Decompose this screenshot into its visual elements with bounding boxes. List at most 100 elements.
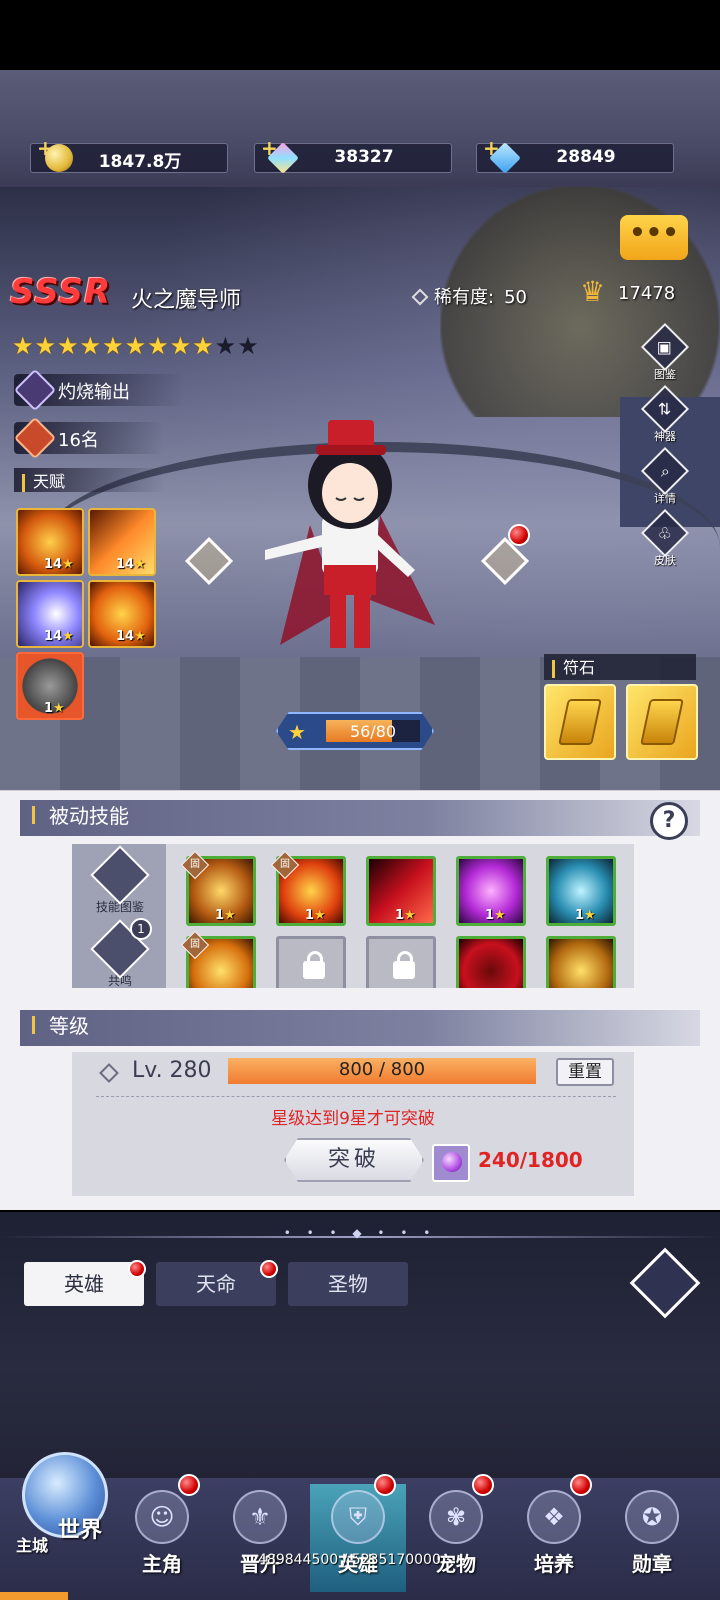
- level-header: 等级: [20, 1010, 700, 1046]
- role-text: 灼烧输出: [58, 382, 130, 403]
- star-filled-icon: ★: [169, 332, 192, 360]
- talent-phoenix[interactable]: 14★: [88, 580, 156, 648]
- nav-label: 培养: [534, 1552, 574, 1576]
- chat-bubble-button[interactable]: •••: [620, 215, 688, 260]
- crown-icon: ♛: [580, 275, 606, 308]
- passive-skill-2[interactable]: 固 1★: [270, 850, 346, 926]
- locked-skill-slot[interactable]: [276, 936, 346, 988]
- tab-hero[interactable]: 英雄: [24, 1262, 144, 1306]
- codex-button[interactable]: ▣ 图鉴: [640, 322, 690, 386]
- passive-skill-1[interactable]: 固 1★: [180, 850, 256, 926]
- talent-arcane[interactable]: 14★: [16, 580, 84, 648]
- nav-item-3[interactable]: ✾ 宠物: [408, 1484, 504, 1592]
- level-box: Lv. 280 800 / 800 重置 星级达到9星才可突破 突破 240/1…: [72, 1052, 634, 1196]
- artifact-button[interactable]: ⇅ 神器: [640, 384, 690, 448]
- nav-item-0[interactable]: ☺ 主角: [114, 1484, 210, 1592]
- nav-icon: ✾: [429, 1490, 483, 1544]
- star-progress-text: 56/80: [349, 722, 397, 741]
- runestone-icon: [640, 699, 684, 745]
- rank-tag: 16名: [13, 416, 164, 460]
- world-label: 世界: [58, 1518, 103, 1543]
- fire-icon: [13, 416, 57, 460]
- passive-skill-7[interactable]: [456, 936, 526, 988]
- breakthrough-hint: 星级达到9星才可突破: [271, 1109, 435, 1129]
- talent-helmet[interactable]: 1★: [16, 652, 84, 720]
- star-filled-icon: ★: [34, 332, 57, 360]
- rank-text: 16名: [58, 430, 99, 451]
- upgrade-star-icon: ★: [288, 720, 306, 744]
- star-filled-icon: ★: [102, 332, 124, 360]
- star-empty-icon: ★: [237, 332, 259, 360]
- memory-debug-text: 489844500 / 5235170000: [258, 1552, 441, 1568]
- passive-skill-list[interactable]: 技能图鉴 共鸣 1 固 1★ 固 1★ 1★ 1★ 1★ 固: [72, 844, 634, 988]
- locked-skill-slot[interactable]: [366, 936, 436, 988]
- talent-meteor[interactable]: 14★: [88, 508, 156, 576]
- runestone-header: 符石: [544, 654, 696, 680]
- runestone-slot-1[interactable]: [544, 684, 616, 760]
- rarity-value: 50: [504, 287, 527, 308]
- diamond-currency[interactable]: + 28849: [476, 136, 674, 174]
- role-icon: [13, 368, 57, 412]
- nav-item-2[interactable]: ⛨ 英雄: [310, 1484, 406, 1592]
- talent-level: 1★: [44, 701, 65, 716]
- passive-skill-4[interactable]: 1★: [456, 856, 526, 926]
- diamond-amount: 28849: [556, 147, 616, 167]
- breakthrough-cost: 240/1800: [478, 1148, 583, 1172]
- gold-currency[interactable]: + 1847.8万: [30, 136, 228, 173]
- level-exp-text: 800 / 800: [338, 1059, 426, 1080]
- star-filled-icon: ★: [124, 332, 147, 360]
- fixed-tag: 固: [180, 930, 210, 960]
- star-filled-icon: ★: [79, 332, 102, 360]
- divider: [96, 1096, 616, 1097]
- book-icon: [90, 845, 150, 905]
- talent-level: 14★: [44, 629, 74, 644]
- tab-fate[interactable]: 天命: [156, 1262, 276, 1306]
- talent-fireball[interactable]: 14★: [16, 508, 84, 576]
- world-button[interactable]: 世界 主城: [8, 1444, 116, 1564]
- role-tag: 灼烧输出: [13, 368, 184, 412]
- reset-button[interactable]: 重置: [556, 1058, 614, 1086]
- talent-level: 14★: [44, 557, 74, 572]
- diamond-outline-icon: [411, 288, 429, 306]
- resonance-badge: 1: [130, 918, 152, 940]
- fixed-tag: 固: [180, 850, 210, 880]
- passive-skill-5[interactable]: 1★: [546, 856, 616, 926]
- breakthrough-button[interactable]: 突破: [284, 1138, 424, 1182]
- crystal-currency[interactable]: + 38327: [254, 136, 452, 174]
- nav-icon: ⚜: [233, 1490, 287, 1544]
- level-text: Lv. 280: [132, 1058, 212, 1083]
- runestone-slot-2[interactable]: [626, 684, 698, 760]
- hero-name: 火之魔导师: [131, 288, 242, 313]
- star-progress-bar[interactable]: ★ 56/80: [276, 706, 434, 756]
- talent-level: 14★: [116, 557, 146, 572]
- main-city-label: 主城: [16, 1536, 49, 1555]
- notification-dot: [374, 1474, 396, 1496]
- star-empty-icon: ★: [214, 332, 237, 360]
- passive-title: 被动技能: [49, 804, 129, 828]
- nav-item-1[interactable]: ⚜ 晋升: [212, 1484, 308, 1592]
- loading-strip: [0, 1592, 68, 1600]
- notification-dot: [178, 1474, 200, 1496]
- passive-skill-8[interactable]: [546, 936, 616, 988]
- nav-icon: ⛨: [331, 1490, 385, 1544]
- nav-label: 主角: [142, 1552, 182, 1576]
- tab-relic[interactable]: 圣物: [288, 1262, 408, 1306]
- passive-skill-6[interactable]: 固: [180, 930, 256, 988]
- notification-dot: [570, 1474, 592, 1496]
- hero-character[interactable]: [250, 395, 450, 680]
- details-button[interactable]: ⌕ 详情: [640, 446, 690, 510]
- nav-item-5[interactable]: ✪ 勋章: [604, 1484, 700, 1592]
- talent-level: 14★: [116, 629, 146, 644]
- star-rating: ★ ★ ★ ★ ★ ★ ★ ★ ★ ★ ★: [12, 333, 259, 359]
- passive-skill-3[interactable]: 1★: [366, 856, 436, 926]
- level-title: 等级: [49, 1014, 89, 1038]
- magnifier-icon: ⌕: [640, 446, 690, 496]
- nav-item-4[interactable]: ❖ 培养: [506, 1484, 602, 1592]
- skin-button[interactable]: ♧ 皮肤: [640, 508, 690, 572]
- diamond-outline-icon: [99, 1063, 119, 1083]
- help-button[interactable]: ?: [650, 802, 688, 840]
- talent-title: 天赋: [33, 472, 66, 491]
- fixed-tag: 固: [270, 850, 300, 880]
- artifact-icon: ⇅: [640, 384, 690, 434]
- skill-codex-button[interactable]: 技能图鉴: [90, 845, 150, 918]
